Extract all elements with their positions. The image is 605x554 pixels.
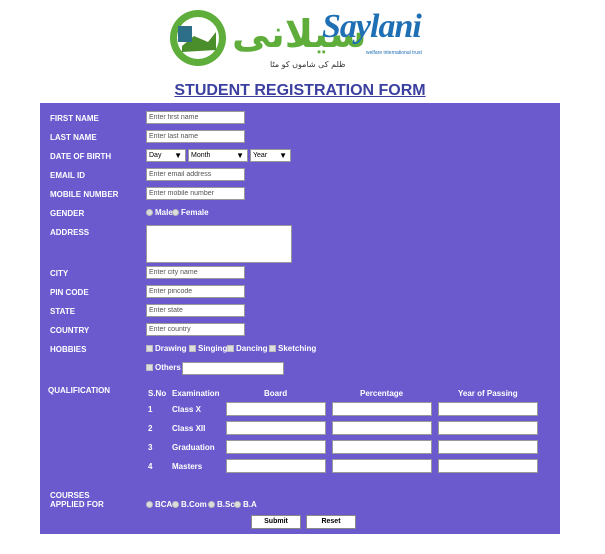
year-input[interactable] [438, 440, 538, 454]
dropdown-arrow-icon: ▼ [236, 151, 244, 160]
board-input[interactable] [226, 440, 326, 454]
checkbox-icon[interactable] [269, 345, 276, 353]
checkbox-icon[interactable] [146, 345, 153, 353]
first-name-input[interactable] [146, 111, 245, 124]
dropdown-arrow-icon: ▼ [174, 151, 182, 160]
city-label: CITY [50, 269, 69, 278]
year-input[interactable] [438, 421, 538, 435]
dob-label: DATE OF BIRTH [50, 152, 112, 161]
state-label: STATE [50, 307, 76, 316]
radio-icon[interactable] [172, 501, 179, 509]
row-sno: 1 [148, 405, 153, 414]
board-input[interactable] [226, 421, 326, 435]
logo-subtitle: ظلم کی شاموں کو مٹا [270, 60, 346, 69]
course-bca-option[interactable]: BCA [146, 500, 172, 509]
logo-tagline: welfare international trust [366, 50, 422, 56]
checkbox-icon[interactable] [146, 364, 153, 372]
last-name-label: LAST NAME [50, 133, 97, 142]
percentage-input[interactable] [332, 421, 432, 435]
logo-emblem-icon [170, 10, 226, 66]
year-input[interactable] [438, 459, 538, 473]
dob-month-select[interactable]: Month ▼ [188, 149, 248, 162]
submit-button[interactable]: Submit [251, 515, 301, 529]
percentage-input[interactable] [332, 440, 432, 454]
country-label: COUNTRY [50, 326, 90, 335]
gender-male-option[interactable]: Male [146, 208, 173, 217]
dob-month-value: Month [191, 152, 211, 159]
gender-female-option[interactable]: Female [172, 208, 209, 217]
address-textarea[interactable] [146, 225, 292, 263]
hobby-sketching-option[interactable]: Sketching [269, 344, 316, 353]
header-percentage: Percentage [360, 389, 404, 398]
radio-icon[interactable] [146, 209, 153, 217]
logo-english-text: Saylani [322, 8, 422, 45]
dob-year-value: Year [253, 152, 268, 159]
year-input[interactable] [438, 402, 538, 416]
applied-for-label: APPLIED FOR [50, 500, 104, 509]
row-sno: 2 [148, 424, 153, 433]
gender-label: GENDER [50, 209, 85, 218]
row-sno: 3 [148, 443, 153, 452]
checkbox-icon[interactable] [227, 345, 234, 353]
email-input[interactable] [146, 168, 245, 181]
registration-form-panel: FIRST NAME LAST NAME DATE OF BIRTH EMAIL… [40, 103, 560, 534]
percentage-input[interactable] [332, 459, 432, 473]
percentage-input[interactable] [332, 402, 432, 416]
header-examination: Examination [172, 389, 220, 398]
board-input[interactable] [226, 459, 326, 473]
row-exam: Graduation [172, 443, 215, 452]
hobby-dancing-option[interactable]: Dancing [227, 344, 268, 353]
hobby-others-option[interactable]: Others [146, 363, 181, 372]
hobbies-label: HOBBIES [50, 345, 87, 354]
dob-day-value: Day [149, 152, 162, 159]
address-label: ADDRESS [50, 228, 90, 237]
course-ba-option[interactable]: B.A [234, 500, 257, 509]
dropdown-arrow-icon: ▼ [279, 151, 287, 160]
radio-icon[interactable] [234, 501, 241, 509]
state-input[interactable] [146, 304, 245, 317]
radio-icon[interactable] [146, 501, 153, 509]
mobile-input[interactable] [146, 187, 245, 200]
row-sno: 4 [148, 462, 153, 471]
hobby-singing-option[interactable]: Singing [189, 344, 227, 353]
qualification-label: QUALIFICATION [48, 386, 111, 395]
row-exam: Masters [172, 462, 203, 471]
reset-button[interactable]: Reset [306, 515, 356, 529]
first-name-label: FIRST NAME [50, 114, 99, 123]
checkbox-icon[interactable] [189, 345, 196, 353]
course-bsc-option[interactable]: B.Sc [208, 500, 235, 509]
course-bcom-option[interactable]: B.Com [172, 500, 207, 509]
last-name-input[interactable] [146, 130, 245, 143]
header-sno: S.No [148, 389, 167, 398]
row-exam: Class X [172, 405, 201, 414]
courses-label: COURSES [50, 491, 90, 500]
dob-year-select[interactable]: Year ▼ [250, 149, 291, 162]
header-board: Board [264, 389, 288, 398]
radio-icon[interactable] [172, 209, 179, 217]
radio-icon[interactable] [208, 501, 215, 509]
dob-day-select[interactable]: Day ▼ [146, 149, 186, 162]
pin-input[interactable] [146, 285, 245, 298]
pin-label: PIN CODE [50, 288, 89, 297]
row-exam: Class XII [172, 424, 206, 433]
city-input[interactable] [146, 266, 245, 279]
form-title: STUDENT REGISTRATION FORM [174, 82, 426, 99]
others-input[interactable] [182, 362, 284, 375]
hobby-drawing-option[interactable]: Drawing [146, 344, 187, 353]
email-label: EMAIL ID [50, 171, 85, 180]
mobile-label: MOBILE NUMBER [50, 190, 119, 199]
country-input[interactable] [146, 323, 245, 336]
header-year-of-passing: Year of Passing [458, 389, 518, 398]
board-input[interactable] [226, 402, 326, 416]
